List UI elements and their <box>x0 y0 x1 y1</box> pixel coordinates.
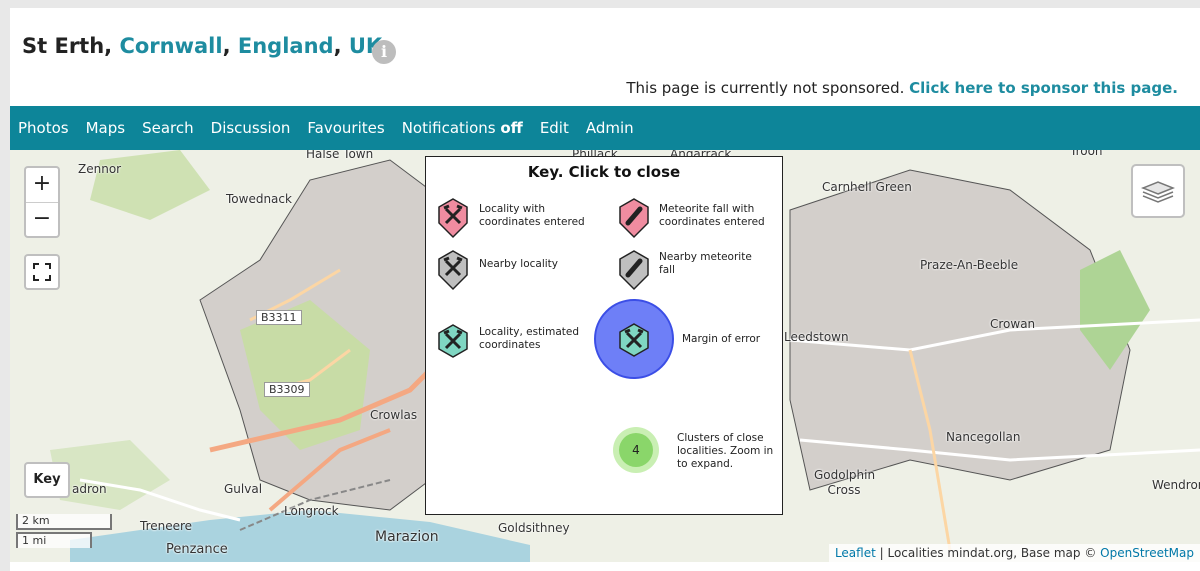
scale-km: 2 km <box>16 514 112 530</box>
zoom-in-button[interactable]: + <box>26 168 58 202</box>
place-label: Praze-An-Beeble <box>920 258 1019 272</box>
leaflet-link[interactable]: Leaflet <box>835 546 876 560</box>
nav-maps[interactable]: Maps <box>86 119 125 137</box>
fullscreen-button[interactable] <box>24 254 60 290</box>
cluster-marker: 4 <box>613 427 659 473</box>
place-label: Nancegollan <box>946 430 1021 444</box>
notifications-state: off <box>500 119 523 137</box>
key-label: Nearby meteorite fall <box>659 251 752 276</box>
layers-icon <box>1141 181 1175 203</box>
place-label: Gulval <box>224 482 263 496</box>
place-label: Zennor <box>78 162 122 176</box>
map-attribution: Leaflet | Localities mindat.org, Base ma… <box>828 544 1200 562</box>
place-label: Halse Town <box>306 150 374 161</box>
page-title: St Erth, Cornwall, England, UK <box>22 34 383 58</box>
main-nav: Photos Maps Search Discussion Favourites… <box>10 106 1200 150</box>
page: St Erth, Cornwall, England, UK i This pa… <box>10 8 1200 571</box>
osm-link[interactable]: OpenStreetMap <box>1100 546 1194 560</box>
place-label: adron <box>72 482 107 496</box>
locality-marker-icon <box>438 198 468 239</box>
layers-button[interactable] <box>1131 164 1185 218</box>
place-label: Treneere <box>140 519 193 533</box>
breadcrumb-england[interactable]: England <box>238 34 334 58</box>
key-label: Nearby locality <box>479 258 558 270</box>
nearby-locality-icon <box>438 250 468 291</box>
scale-mi: 1 mi <box>16 532 92 548</box>
key-label: Clusters of close localities. Zoom in to… <box>677 432 774 470</box>
key-title: Key. Click to close <box>527 163 681 181</box>
nav-notifications[interactable]: Notifications off <box>402 119 523 137</box>
key-button[interactable]: Key <box>24 462 70 498</box>
cluster-count: 4 <box>619 433 653 467</box>
key-label: Meteorite fall with coordinates entered <box>659 203 765 228</box>
sponsor-notice: This page is currently not sponsored. Cl… <box>626 79 1178 97</box>
place-label: Carnhell Green <box>822 180 912 194</box>
breadcrumb-cornwall[interactable]: Cornwall <box>119 34 222 58</box>
road-label: B3309 <box>264 382 310 397</box>
estimated-locality-icon <box>438 324 468 358</box>
sponsor-link[interactable]: Click here to sponsor this page. <box>909 79 1178 97</box>
place-label: Towednack <box>226 192 292 206</box>
place-label: Crowan <box>990 317 1036 331</box>
fullscreen-icon <box>33 263 51 281</box>
nav-admin[interactable]: Admin <box>586 119 634 137</box>
nav-edit[interactable]: Edit <box>540 119 569 137</box>
nearby-meteorite-icon <box>619 250 649 291</box>
key-label: Locality, estimated coordinates <box>479 326 580 351</box>
key-panel[interactable]: Key. Click to close Locality with coordi… <box>425 156 783 515</box>
nav-search[interactable]: Search <box>142 119 194 137</box>
map-view[interactable]: Zennor Towednack Halse Town Phillack Ang… <box>10 150 1200 562</box>
info-icon[interactable]: i <box>372 40 396 64</box>
place-label: Wendron <box>1152 478 1200 492</box>
estimated-locality-icon <box>619 323 649 357</box>
key-label: Locality with coordinates entered <box>479 203 585 228</box>
place-label: Marazion <box>375 529 439 545</box>
place-label: Penzance <box>166 542 228 557</box>
title-place: St Erth <box>22 34 105 58</box>
place-label: Leedstown <box>784 330 849 344</box>
nav-photos[interactable]: Photos <box>18 119 69 137</box>
key-label: Margin of error <box>682 333 761 345</box>
road-label: B3311 <box>256 310 302 325</box>
place-label: Crowlas <box>370 408 418 422</box>
place-label: Goldsithney <box>498 521 570 535</box>
meteorite-marker-icon <box>619 198 649 239</box>
nav-discussion[interactable]: Discussion <box>211 119 291 137</box>
zoom-control: + − <box>24 166 60 238</box>
nav-favourites[interactable]: Favourites <box>307 119 384 137</box>
zoom-out-button[interactable]: − <box>26 202 58 236</box>
place-label: Troon <box>1070 150 1103 158</box>
place-label: Longrock <box>284 504 339 518</box>
place-label: Godolphin Cross <box>814 468 876 497</box>
